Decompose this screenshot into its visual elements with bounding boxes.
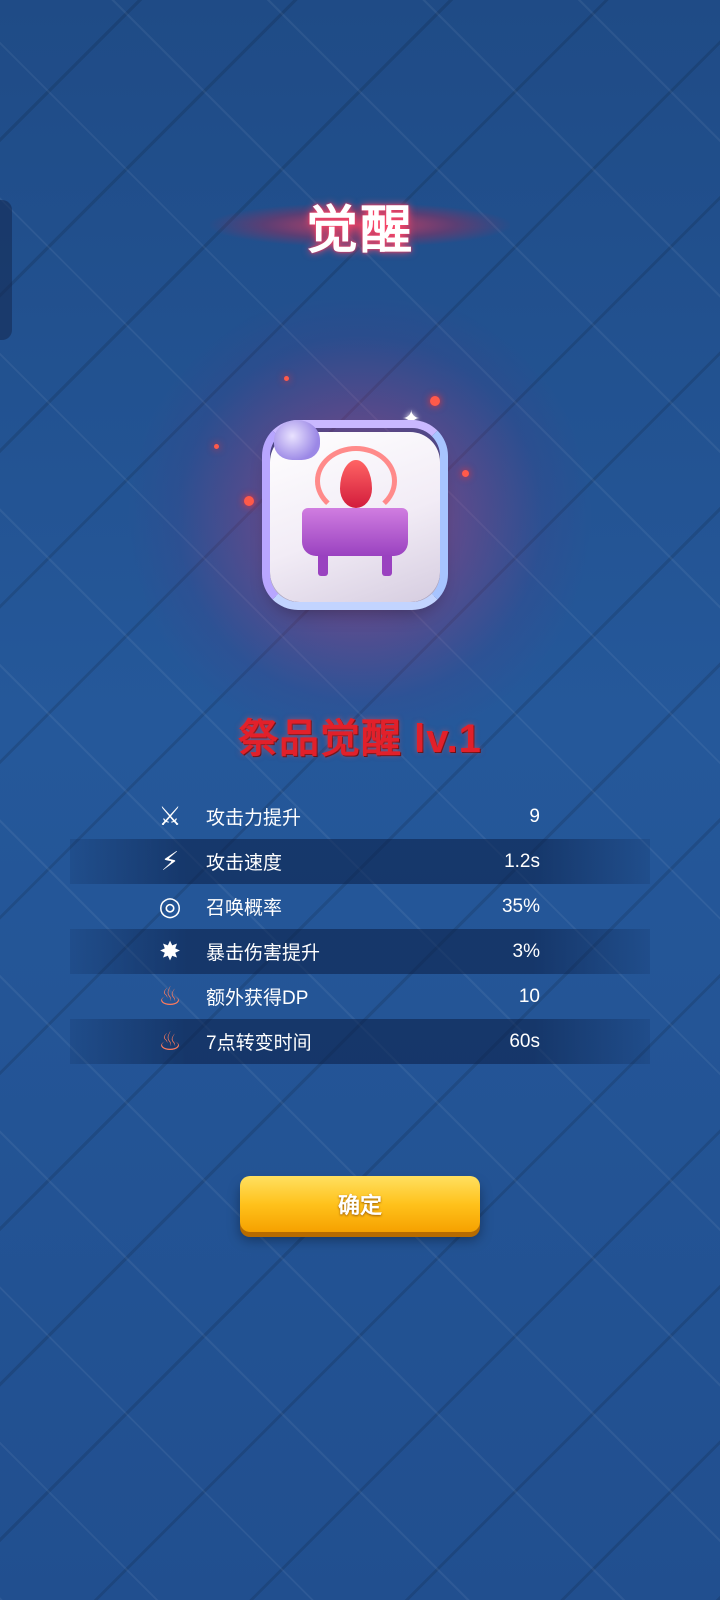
skill-name: 祭品觉醒 lv.1 (238, 717, 482, 761)
stat-label: 暴击伤害提升 (206, 943, 321, 964)
stat-value: 35% (501, 895, 540, 917)
sword-up-icon: ⚔ (158, 801, 182, 831)
stat-row-summon-rate: ◎ 召唤概率 35% (150, 884, 570, 929)
stat-label: 召唤概率 (206, 898, 283, 919)
speed-slash-icon: ⚡ (160, 846, 180, 876)
stat-label: 额外获得DP (206, 988, 309, 1009)
stat-value: 3% (512, 940, 540, 962)
stat-row-attack: ⚔ 攻击力提升 9 (150, 794, 570, 839)
stat-value: 60s (509, 1030, 540, 1052)
offering-basin-icon (302, 508, 408, 556)
title-banner: 觉醒 (210, 185, 510, 265)
dragon-head-icon (274, 420, 320, 460)
offering-basin-icon: ♨ (158, 981, 182, 1011)
stat-value: 1.2s (504, 850, 540, 872)
dialog-title: 觉醒 (305, 201, 414, 260)
spark-particle (430, 396, 440, 406)
spark-particle (462, 470, 469, 477)
dragon-ring-icon: ◎ (158, 891, 182, 921)
stat-label: 攻击力提升 (206, 808, 302, 829)
confirm-button[interactable]: 确定 (240, 1176, 480, 1232)
stat-row-transform-time: ♨ 7点转变时间 60s (70, 1019, 650, 1064)
basin-leg (382, 556, 392, 576)
stat-row-extra-dp: ♨ 额外获得DP 10 (150, 974, 570, 1019)
spark-particle (284, 376, 289, 381)
stat-value: 10 (518, 985, 540, 1007)
stat-label: 7点转变时间 (206, 1033, 312, 1054)
spark-particle (244, 496, 254, 506)
stat-row-attack-speed: ⚡ 攻击速度 1.2s (70, 839, 650, 884)
stat-row-crit-damage: ✸ 暴击伤害提升 3% (70, 929, 650, 974)
flame-basin-icon: ♨ (158, 1026, 182, 1056)
side-pull-tab[interactable] (0, 200, 12, 340)
stat-value: 9 (529, 805, 540, 827)
basin-leg (318, 556, 328, 576)
stat-label: 攻击速度 (206, 853, 283, 874)
stats-list: ⚔ 攻击力提升 9 ⚡ 攻击速度 1.2s ◎ 召唤概率 35% ✸ 暴击伤害提… (70, 794, 650, 1064)
spark-particle (214, 444, 219, 449)
burst-crit-icon: ✸ (159, 936, 181, 966)
